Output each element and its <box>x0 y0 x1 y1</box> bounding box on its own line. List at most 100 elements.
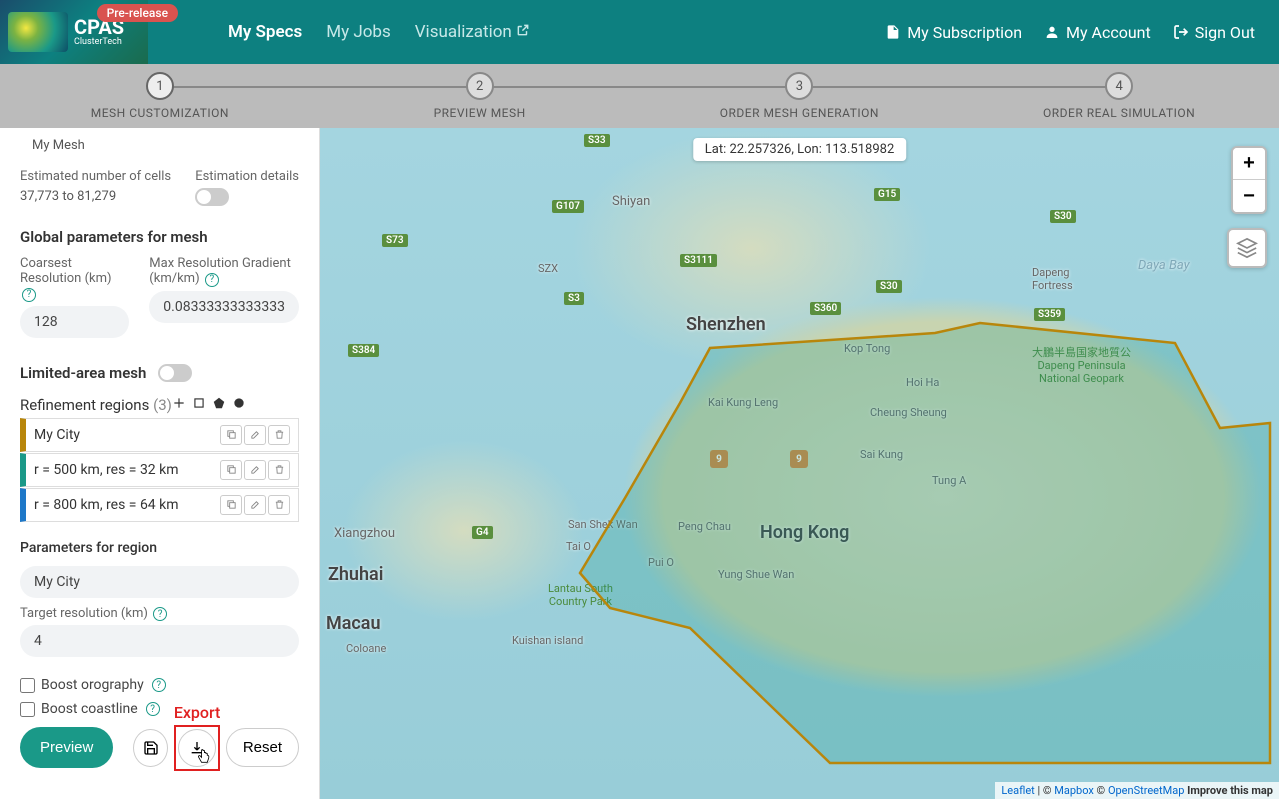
target-res-label: Target resolution (km) ? <box>20 606 299 622</box>
region-item-1[interactable]: My City <box>20 418 299 452</box>
step-4[interactable]: 4 ORDER REAL SIMULATION <box>959 72 1279 120</box>
delete-region-icon[interactable] <box>268 460 290 480</box>
save-icon <box>143 740 159 756</box>
nav-subscription[interactable]: My Subscription <box>885 23 1022 42</box>
highway-badge: S33 <box>584 134 610 147</box>
region-name-input[interactable]: My City <box>20 566 299 598</box>
params-region-heading: Parameters for region <box>20 540 299 556</box>
nav-account-label: My Account <box>1066 23 1151 42</box>
attrib-leaflet[interactable]: Leaflet <box>1001 784 1034 797</box>
add-region-icon[interactable] <box>172 396 186 414</box>
delete-region-icon[interactable] <box>268 425 290 445</box>
step-3-num: 3 <box>785 72 813 100</box>
step-3[interactable]: 3 ORDER MESH GENERATION <box>640 72 960 120</box>
region-2-label: r = 500 km, res = 32 km <box>34 462 179 478</box>
map[interactable]: Lat: 22.257326, Lon: 113.518982 S33 G107… <box>320 128 1279 799</box>
step-1-label: MESH CUSTOMIZATION <box>0 106 320 120</box>
help-icon[interactable]: ? <box>205 273 219 287</box>
stepper: 1 MESH CUSTOMIZATION 2 PREVIEW MESH 3 OR… <box>0 64 1279 128</box>
est-details-toggle[interactable] <box>195 188 229 206</box>
rect-region-icon[interactable] <box>192 396 206 414</box>
nav-visualization-label: Visualization <box>415 22 512 42</box>
city-xiangzhou: Xiangzhou <box>334 526 395 541</box>
attrib-mapbox[interactable]: Mapbox <box>1054 784 1094 797</box>
limited-area-toggle[interactable] <box>158 364 192 382</box>
boost-orography-checkbox[interactable] <box>20 678 35 693</box>
maxgrad-input[interactable]: 0.08333333333333 <box>149 291 299 323</box>
preview-button[interactable]: Preview <box>20 727 113 768</box>
layers-icon <box>1236 237 1258 259</box>
step-2[interactable]: 2 PREVIEW MESH <box>320 72 640 120</box>
boost-orography-label: Boost orography <box>41 677 144 693</box>
help-icon[interactable]: ? <box>22 288 36 302</box>
help-icon[interactable]: ? <box>152 678 166 692</box>
nav-right: My Subscription My Account Sign Out <box>885 23 1279 42</box>
nav-my-jobs[interactable]: My Jobs <box>326 22 391 42</box>
sidebar: My Mesh Estimated number of cells 37,773… <box>0 128 320 799</box>
region-item-3[interactable]: r = 800 km, res = 64 km <box>20 488 299 522</box>
region-item-2[interactable]: r = 500 km, res = 32 km <box>20 453 299 487</box>
attrib-improve[interactable]: Improve this map <box>1184 784 1273 797</box>
zoom-out-button[interactable]: − <box>1233 180 1265 212</box>
zoom-in-button[interactable]: + <box>1233 148 1265 180</box>
map-attribution: Leaflet | © Mapbox © OpenStreetMap Impro… <box>995 782 1279 799</box>
help-icon[interactable]: ? <box>153 607 167 621</box>
copy-region-icon[interactable] <box>220 425 242 445</box>
cursor-hand-icon <box>194 748 212 773</box>
region-1-label: My City <box>34 427 80 443</box>
est-details-label: Estimation details <box>195 169 299 184</box>
global-params-heading: Global parameters for mesh <box>20 228 299 246</box>
nav-signout[interactable]: Sign Out <box>1173 23 1255 42</box>
logo-area: CPAS ClusterTech Pre-release <box>0 0 148 64</box>
step-2-num: 2 <box>466 72 494 100</box>
step-1[interactable]: 1 MESH CUSTOMIZATION <box>0 72 320 120</box>
refine-heading: Refinement regions (3) <box>20 396 172 414</box>
step-3-label: ORDER MESH GENERATION <box>640 106 960 120</box>
attrib-osm[interactable]: OpenStreetMap <box>1108 784 1184 797</box>
circle-region-icon[interactable] <box>232 396 246 414</box>
boost-coastline-label: Boost coastline <box>41 701 138 717</box>
delete-region-icon[interactable] <box>268 495 290 515</box>
label-dayabay: Daya Bay <box>1138 258 1190 273</box>
est-cells-value: 37,773 to 81,279 <box>20 189 116 204</box>
copy-region-icon[interactable] <box>220 460 242 480</box>
step-2-label: PREVIEW MESH <box>320 106 640 120</box>
city-macau: Macau <box>326 613 381 634</box>
prerelease-badge: Pre-release <box>97 4 178 22</box>
file-icon <box>885 24 901 40</box>
nav-my-specs[interactable]: My Specs <box>228 22 302 42</box>
region-polygon[interactable] <box>540 308 1279 768</box>
app-header: CPAS ClusterTech Pre-release My Specs My… <box>0 0 1279 64</box>
highway-badge: S3 <box>564 292 584 305</box>
highway-badge: S30 <box>876 280 902 293</box>
target-res-input[interactable]: 4 <box>20 625 299 657</box>
city-shiyan: Shiyan <box>612 194 650 209</box>
edit-region-icon[interactable] <box>244 425 266 445</box>
copy-region-icon[interactable] <box>220 495 242 515</box>
boost-coastline-checkbox[interactable] <box>20 702 35 717</box>
highway-badge: S73 <box>382 234 408 247</box>
nav-subscription-label: My Subscription <box>907 23 1022 42</box>
step-1-num: 1 <box>146 72 174 100</box>
city-zhuhai: Zhuhai <box>328 564 383 585</box>
user-icon <box>1044 24 1060 40</box>
city-dapeng: Dapeng Fortress <box>1032 266 1073 292</box>
nav-visualization[interactable]: Visualization <box>415 22 530 42</box>
highway-badge: S3111 <box>680 254 717 267</box>
mesh-name: My Mesh <box>20 136 299 155</box>
zoom-control: + − <box>1231 146 1267 214</box>
save-button[interactable] <box>133 729 167 767</box>
est-cells-label: Estimated number of cells <box>20 169 171 184</box>
layers-button[interactable] <box>1227 228 1267 268</box>
highway-badge: S384 <box>348 344 379 357</box>
poly-region-icon[interactable] <box>212 396 226 414</box>
nav-account[interactable]: My Account <box>1044 23 1151 42</box>
external-link-icon <box>516 23 530 37</box>
edit-region-icon[interactable] <box>244 460 266 480</box>
reset-button[interactable]: Reset <box>226 728 299 767</box>
coarsest-input[interactable]: 128 <box>20 306 129 338</box>
help-icon[interactable]: ? <box>146 702 160 716</box>
edit-region-icon[interactable] <box>244 495 266 515</box>
export-annotation-label: Export <box>174 703 221 722</box>
nav-signout-label: Sign Out <box>1195 23 1255 42</box>
